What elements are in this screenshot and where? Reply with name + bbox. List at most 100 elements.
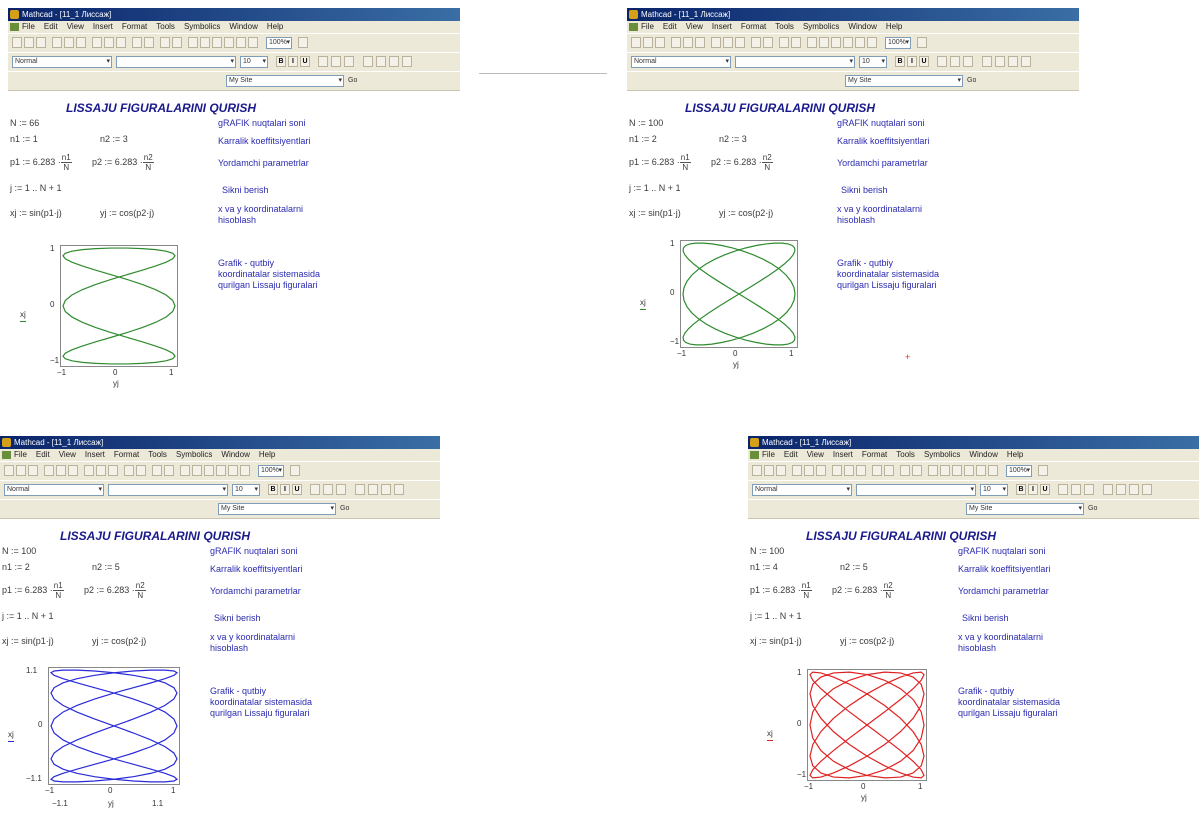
open-icon[interactable]: [643, 37, 653, 48]
paste-icon[interactable]: [735, 37, 745, 48]
go-button[interactable]: Go: [340, 503, 349, 515]
resource-icon[interactable]: [928, 465, 938, 476]
superscript-icon[interactable]: [1021, 56, 1031, 67]
cut-icon[interactable]: [92, 37, 102, 48]
p2-definition[interactable]: p2 := 6.283 · n2 N: [711, 153, 773, 172]
align-left-icon[interactable]: [937, 56, 947, 67]
range-definition[interactable]: j := 1 .. N + 1: [629, 183, 681, 193]
resource-icon[interactable]: [188, 37, 198, 48]
n2-definition[interactable]: n2 := 5: [92, 562, 120, 572]
zoom-select[interactable]: 100%: [266, 37, 292, 49]
font-size-select[interactable]: 10: [980, 484, 1008, 496]
menu-item-insert[interactable]: Insert: [85, 450, 105, 459]
redo-icon[interactable]: [763, 37, 773, 48]
bullets-icon[interactable]: [982, 56, 992, 67]
numbering-icon[interactable]: [376, 56, 386, 67]
points-definition[interactable]: N := 100: [629, 118, 663, 128]
font-select[interactable]: [116, 56, 236, 68]
resource-icon[interactable]: [180, 465, 190, 476]
y-definition[interactable]: yj := cos(p2·j): [100, 208, 154, 218]
numbering-icon[interactable]: [368, 484, 378, 495]
menu-item-edit[interactable]: Edit: [36, 450, 50, 459]
p2-definition[interactable]: p2 := 6.283 · n2 N: [832, 581, 894, 600]
paste-icon[interactable]: [856, 465, 866, 476]
resource-select[interactable]: My Site: [226, 75, 344, 87]
p2-definition[interactable]: p2 := 6.283 · n2 N: [92, 153, 154, 172]
new-icon[interactable]: [631, 37, 641, 48]
lissajous-plot[interactable]: [807, 669, 927, 781]
subscript-icon[interactable]: [381, 484, 391, 495]
insert-unit-icon[interactable]: [791, 37, 801, 48]
italic-button[interactable]: I: [1028, 484, 1038, 495]
cut-icon[interactable]: [711, 37, 721, 48]
underline-button[interactable]: U: [1040, 484, 1050, 495]
graph-icon[interactable]: [224, 37, 234, 48]
align-center-icon[interactable]: [950, 56, 960, 67]
save-icon[interactable]: [776, 465, 786, 476]
print-icon[interactable]: [52, 37, 62, 48]
redo-icon[interactable]: [144, 37, 154, 48]
font-select[interactable]: [735, 56, 855, 68]
calculator-icon[interactable]: [819, 37, 829, 48]
new-icon[interactable]: [4, 465, 14, 476]
align-icon[interactable]: [900, 465, 910, 476]
paste-icon[interactable]: [116, 37, 126, 48]
points-definition[interactable]: N := 66: [10, 118, 39, 128]
superscript-icon[interactable]: [394, 484, 404, 495]
align-center-icon[interactable]: [1071, 484, 1081, 495]
preview-icon[interactable]: [64, 37, 74, 48]
redo-icon[interactable]: [884, 465, 894, 476]
menu-item-edit[interactable]: Edit: [784, 450, 798, 459]
font-size-select[interactable]: 10: [240, 56, 268, 68]
menu-item-insert[interactable]: Insert: [712, 22, 732, 31]
points-definition[interactable]: N := 100: [2, 546, 36, 556]
go-button[interactable]: Go: [1088, 503, 1097, 515]
align-left-icon[interactable]: [318, 56, 328, 67]
align-right-icon[interactable]: [963, 56, 973, 67]
calculator-icon[interactable]: [940, 465, 950, 476]
italic-button[interactable]: I: [907, 56, 917, 67]
menu-item-insert[interactable]: Insert: [833, 450, 853, 459]
matrix-icon[interactable]: [228, 465, 238, 476]
style-select[interactable]: Normal: [631, 56, 731, 68]
n2-definition[interactable]: n2 := 3: [100, 134, 128, 144]
insert-unit-icon[interactable]: [912, 465, 922, 476]
style-select[interactable]: Normal: [12, 56, 112, 68]
y-definition[interactable]: yj := cos(p2·j): [719, 208, 773, 218]
bold-button[interactable]: B: [895, 56, 905, 67]
align-icon[interactable]: [160, 37, 170, 48]
p1-definition[interactable]: p1 := 6.283 · n1 N: [750, 581, 812, 600]
menu-item-symbolics[interactable]: Symbolics: [184, 22, 220, 31]
component-icon[interactable]: [867, 37, 877, 48]
title-bar[interactable]: Mathcad - [11_1 Лиссаж]: [8, 8, 460, 21]
zoom-select[interactable]: 100%: [1006, 465, 1032, 477]
n1-definition[interactable]: n1 := 4: [750, 562, 778, 572]
font-size-select[interactable]: 10: [232, 484, 260, 496]
menu-item-view[interactable]: View: [59, 450, 76, 459]
title-bar[interactable]: Mathcad - [11_1 Лиссаж]: [627, 8, 1079, 21]
print-icon[interactable]: [671, 37, 681, 48]
menu-item-help[interactable]: Help: [267, 22, 283, 31]
numbering-icon[interactable]: [995, 56, 1005, 67]
menu-item-format[interactable]: Format: [741, 22, 766, 31]
calculator-icon[interactable]: [200, 37, 210, 48]
points-definition[interactable]: N := 100: [750, 546, 784, 556]
graph-icon[interactable]: [843, 37, 853, 48]
range-definition[interactable]: j := 1 .. N + 1: [750, 611, 802, 621]
matrix-icon[interactable]: [976, 465, 986, 476]
menu-item-format[interactable]: Format: [862, 450, 887, 459]
menu-item-edit[interactable]: Edit: [44, 22, 58, 31]
preview-icon[interactable]: [56, 465, 66, 476]
save-icon[interactable]: [655, 37, 665, 48]
style-select[interactable]: Normal: [752, 484, 852, 496]
align-icon[interactable]: [152, 465, 162, 476]
open-icon[interactable]: [16, 465, 26, 476]
redo-icon[interactable]: [136, 465, 146, 476]
font-select[interactable]: [856, 484, 976, 496]
menu-item-help[interactable]: Help: [259, 450, 275, 459]
preview-icon[interactable]: [804, 465, 814, 476]
menu-item-file[interactable]: File: [22, 22, 35, 31]
help-icon[interactable]: [917, 37, 927, 48]
spell-icon[interactable]: [695, 37, 705, 48]
p2-definition[interactable]: p2 := 6.283 · n2 N: [84, 581, 146, 600]
